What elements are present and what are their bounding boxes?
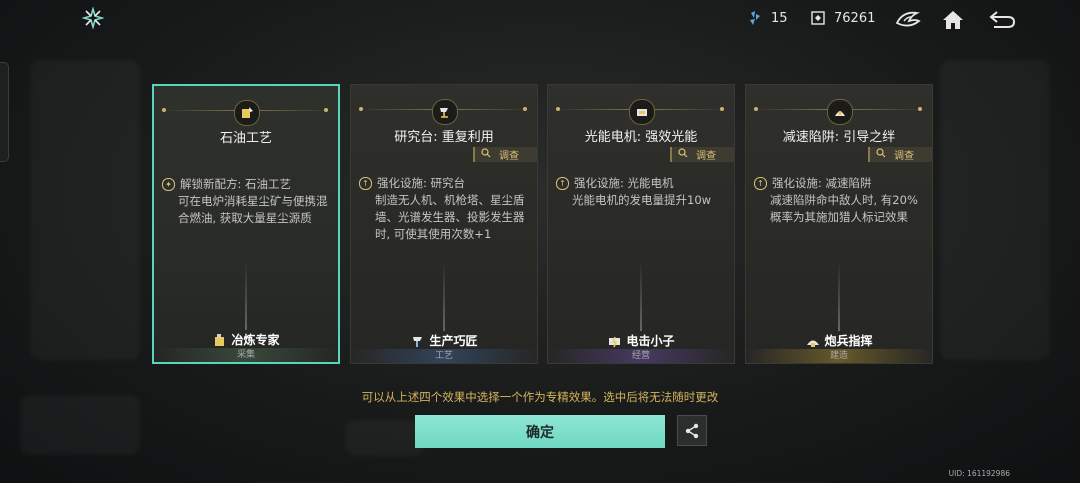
card-title: 减速陷阱: 引导之绊 xyxy=(782,130,896,145)
faction-button[interactable] xyxy=(894,6,922,34)
currency-counter: 76261 xyxy=(810,10,875,26)
upgrade-icon: ↑ xyxy=(359,177,372,190)
trait-name: 冶炼专家 xyxy=(231,333,280,347)
side-drawer-handle[interactable] xyxy=(0,62,9,162)
crystal-icon xyxy=(750,11,760,25)
research-bench-icon xyxy=(432,99,458,125)
specialization-card-solar[interactable]: 光能电机: 强效光能 调查 ↑ 强化设施: 光能电机 光能电机的发电量提升10w … xyxy=(547,84,735,364)
crystal-count: 15 xyxy=(771,10,788,26)
divider-dot xyxy=(754,107,758,111)
desc-heading: 强化设施: 研究台 xyxy=(377,176,466,190)
oil-recipe-icon xyxy=(234,100,260,126)
upgrade-icon: ↑ xyxy=(754,177,767,190)
card-description: ↑ 强化设施: 光能电机 光能电机的发电量提升10w xyxy=(556,175,728,209)
back-button[interactable] xyxy=(988,6,1016,34)
desc-body: 光能电机的发电量提升10w xyxy=(572,193,712,207)
currency-icon xyxy=(811,11,825,25)
solar-motor-icon xyxy=(629,99,655,125)
card-description: ✦ 解锁新配方: 石油工艺 可在电炉消耗星尘矿与便携混合燃油, 获取大量星尘源质 xyxy=(162,176,332,227)
currency-count: 76261 xyxy=(834,10,876,26)
trait-name: 炮兵指挥 xyxy=(824,334,873,348)
investigate-label: 调查 xyxy=(894,151,914,162)
desc-heading: 强化设施: 光能电机 xyxy=(574,176,674,190)
back-arrow-icon xyxy=(989,11,1016,28)
divider-dot xyxy=(918,107,922,111)
craftsman-icon xyxy=(413,336,423,347)
crystal-counter: 15 xyxy=(747,10,788,26)
divider-dot xyxy=(324,108,328,112)
home-button[interactable] xyxy=(939,6,967,34)
light-beam xyxy=(640,261,642,331)
card-description: ↑ 强化设施: 研究台 制造无人机、机枪塔、星尘盾墙、光谱发生器、投影发生器时, … xyxy=(359,175,531,243)
trait-name: 电击小子 xyxy=(626,334,675,348)
magnifier-icon xyxy=(876,148,886,161)
trait-badge: 冶炼专家 xyxy=(154,331,338,348)
top-bar: 15 76261 xyxy=(0,0,1080,40)
divider-dot xyxy=(556,107,560,111)
desc-heading: 强化设施: 减速陷阱 xyxy=(772,176,872,190)
investigate-label: 调查 xyxy=(499,151,519,162)
investigate-button[interactable]: 调查 xyxy=(670,147,734,162)
user-id: UID: 161192986 xyxy=(948,469,1010,478)
desc-body: 制造无人机、机枪塔、星尘盾墙、光谱发生器、投影发生器时, 可使其使用次数+1 xyxy=(375,193,525,241)
slow-trap-icon xyxy=(827,99,853,125)
category-label: 经营 xyxy=(548,349,734,363)
desc-heading: 解锁新配方: 石油工艺 xyxy=(180,177,292,191)
card-title: 研究台: 重复利用 xyxy=(394,130,494,145)
card-title: 光能电机: 强效光能 xyxy=(584,130,698,145)
trait-badge: 电击小子 xyxy=(548,332,734,349)
desc-body: 可在电炉消耗星尘矿与便携混合燃油, 获取大量星尘源质 xyxy=(178,194,328,225)
divider-dot xyxy=(523,107,527,111)
trait-badge: 炮兵指挥 xyxy=(746,332,932,349)
magnifier-icon xyxy=(481,148,491,161)
shuriken-logo-icon[interactable] xyxy=(82,7,104,29)
category-label: 工艺 xyxy=(351,349,537,363)
light-beam xyxy=(443,261,445,331)
category-label: 建造 xyxy=(746,349,932,363)
share-icon xyxy=(685,423,699,438)
divider-dot xyxy=(162,108,166,112)
card-description: ↑ 强化设施: 减速陷阱 减速陷阱命中敌人时, 有20%概率为其施加猎人标记效果 xyxy=(754,175,926,226)
share-button[interactable] xyxy=(677,415,707,446)
investigate-label: 调查 xyxy=(696,151,716,162)
electric-icon xyxy=(609,336,621,347)
trait-badge: 生产巧匠 xyxy=(351,332,537,349)
light-beam xyxy=(245,260,247,330)
card-title: 石油工艺 xyxy=(219,131,272,146)
desc-body: 减速陷阱命中敌人时, 有20%概率为其施加猎人标记效果 xyxy=(770,193,918,224)
artillery-icon xyxy=(807,340,820,347)
upgrade-icon: ↑ xyxy=(556,177,569,190)
faction-emblem-icon xyxy=(895,11,921,27)
investigate-button[interactable]: 调查 xyxy=(473,147,537,162)
home-icon xyxy=(943,11,963,29)
category-label: 采集 xyxy=(154,348,338,362)
confirm-button[interactable]: 确定 xyxy=(415,415,665,448)
light-beam xyxy=(838,261,840,331)
selection-notice: 可以从上述四个效果中选择一个作为专精效果。选中后将无法随时更改 xyxy=(361,390,719,404)
smelter-icon xyxy=(215,333,225,346)
trait-name: 生产巧匠 xyxy=(429,334,478,348)
divider-dot xyxy=(720,107,724,111)
unlock-icon: ✦ xyxy=(162,178,175,191)
magnifier-icon xyxy=(678,148,688,161)
investigate-button[interactable]: 调查 xyxy=(868,147,932,162)
specialization-card-research[interactable]: 研究台: 重复利用 调查 ↑ 强化设施: 研究台 制造无人机、机枪塔、星尘盾墙、光… xyxy=(350,84,538,364)
specialization-card-trap[interactable]: 减速陷阱: 引导之绊 调查 ↑ 强化设施: 减速陷阱 减速陷阱命中敌人时, 有20… xyxy=(745,84,933,364)
specialization-card-oil[interactable]: 石油工艺 ✦ 解锁新配方: 石油工艺 可在电炉消耗星尘矿与便携混合燃油, 获取大量… xyxy=(152,84,340,364)
divider-dot xyxy=(359,107,363,111)
